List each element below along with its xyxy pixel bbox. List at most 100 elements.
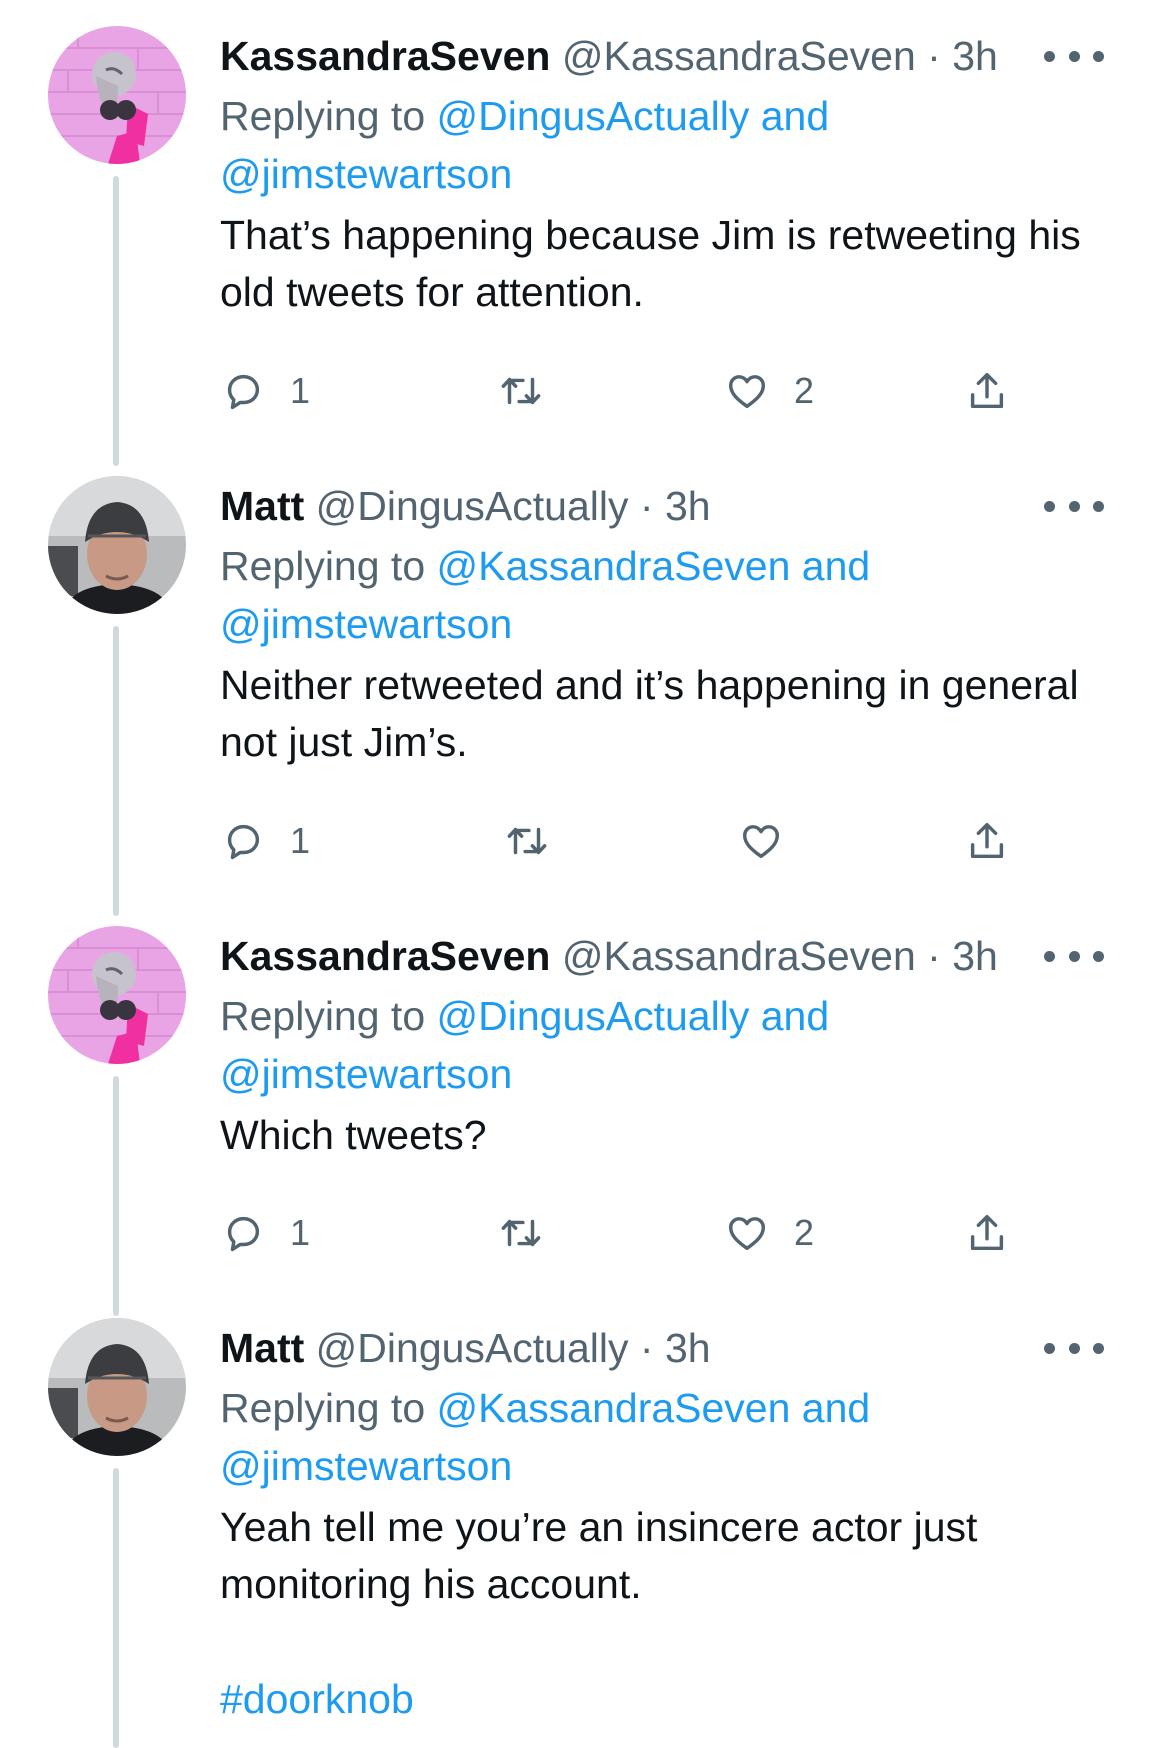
tweet-text: Yeah tell me you’re an insincere actor j…	[220, 1499, 1120, 1613]
user-handle[interactable]: @KassandraSeven	[562, 933, 916, 979]
more-icon[interactable]	[1044, 44, 1104, 68]
like-count: 2	[794, 1212, 815, 1253]
reply-button[interactable]: 1	[220, 816, 310, 866]
like-count: 2	[794, 370, 815, 411]
reply-mention-link[interactable]: @jimstewartson	[220, 151, 512, 197]
like-button[interactable]: 2	[724, 366, 814, 416]
replying-to: @jimstewartson	[220, 1046, 512, 1103]
thread-line	[113, 1076, 119, 1316]
reply-mention-link[interactable]: @jimstewartson	[220, 1051, 512, 1097]
like-icon	[728, 375, 766, 409]
replying-to-label: Replying to	[220, 93, 437, 139]
tweet-header: Matt @DingusActually · 3h	[220, 1318, 711, 1378]
reply-mention-link[interactable]: @jimstewartson	[220, 1443, 512, 1489]
display-name[interactable]: KassandraSeven	[220, 33, 550, 79]
replying-to-label: Replying to	[220, 993, 437, 1039]
tweet-header: KassandraSeven @KassandraSeven · 3h	[220, 26, 998, 86]
reply-mention-link[interactable]: @DingusActually and	[437, 93, 830, 139]
reply-icon	[227, 374, 260, 410]
replying-to: Replying to @KassandraSeven and	[220, 538, 870, 595]
tweet-hashtag-line: #doorknob	[220, 1671, 1120, 1728]
tweet-header: Matt @DingusActually · 3h	[220, 476, 711, 536]
like-icon	[742, 825, 780, 859]
reply-count: 1	[290, 370, 311, 411]
tweet-actions: 1 2	[220, 366, 1120, 416]
like-button[interactable]	[738, 816, 784, 866]
replying-to: @jimstewartson	[220, 596, 512, 653]
tweet-text-line: not just Jim’s.	[220, 719, 468, 765]
tweet-actions: 1	[220, 816, 1120, 866]
user-handle[interactable]: @KassandraSeven	[562, 33, 916, 79]
timestamp[interactable]: 3h	[952, 33, 998, 79]
tweet-text-line: Neither retweeted and it’s happening in …	[220, 662, 1079, 708]
thread-line	[113, 1468, 119, 1748]
reply-mention-link[interactable]: @DingusActually and	[437, 993, 830, 1039]
tweet[interactable]: Matt @DingusActually · 3h Replying to @K…	[0, 476, 1170, 916]
hashtag-link[interactable]: #doorknob	[220, 1676, 414, 1722]
retweet-button[interactable]	[498, 366, 544, 416]
avatar[interactable]	[48, 926, 186, 1064]
reply-icon	[227, 1216, 260, 1252]
tweet-actions: 1 2	[220, 1208, 1120, 1258]
reply-mention-link[interactable]: @KassandraSeven and	[437, 1385, 871, 1431]
avatar[interactable]	[48, 26, 186, 164]
replying-to: @jimstewartson	[220, 146, 512, 203]
tweet[interactable]: KassandraSeven @KassandraSeven · 3h Repl…	[0, 926, 1170, 1316]
share-button[interactable]	[964, 816, 1010, 866]
reply-mention-link[interactable]: @jimstewartson	[220, 601, 512, 647]
more-icon[interactable]	[1044, 494, 1104, 518]
reply-button[interactable]: 1	[220, 366, 310, 416]
avatar[interactable]	[48, 476, 186, 614]
matt-avatar-image	[48, 1318, 186, 1456]
more-icon[interactable]	[1044, 1336, 1104, 1360]
retweet-icon	[501, 1219, 541, 1247]
thread-line	[113, 176, 119, 466]
reply-icon	[227, 824, 260, 860]
user-handle[interactable]: @DingusActually	[316, 1325, 629, 1371]
tweet-text: That’s happening because Jim is retweeti…	[220, 207, 1120, 321]
retweet-button[interactable]	[498, 1208, 544, 1258]
like-button[interactable]: 2	[724, 1208, 814, 1258]
separator-dot: ·	[639, 1325, 654, 1371]
replying-to-label: Replying to	[220, 543, 437, 589]
retweet-button[interactable]	[504, 816, 550, 866]
replying-to: Replying to @KassandraSeven and	[220, 1380, 870, 1437]
share-button[interactable]	[964, 1208, 1010, 1258]
tweet-text-line: Yeah tell me you’re an insincere actor j…	[220, 1504, 978, 1550]
share-button[interactable]	[964, 366, 1010, 416]
display-name[interactable]: KassandraSeven	[220, 933, 550, 979]
tweet-text-line: Which tweets?	[220, 1112, 487, 1158]
matt-avatar-image	[48, 476, 186, 614]
separator-dot: ·	[639, 483, 654, 529]
timestamp[interactable]: 3h	[665, 483, 711, 529]
display-name[interactable]: Matt	[220, 483, 304, 529]
tweet-text-line: That’s happening because Jim is retweeti…	[220, 212, 1081, 258]
retweet-icon	[507, 827, 547, 855]
kassandra-avatar-image	[48, 926, 186, 1064]
timestamp[interactable]: 3h	[952, 933, 998, 979]
reply-count: 1	[290, 1212, 311, 1253]
avatar[interactable]	[48, 1318, 186, 1456]
tweet-text: Which tweets?	[220, 1107, 1120, 1164]
tweet-text: Neither retweeted and it’s happening in …	[220, 657, 1120, 771]
tweet-header: KassandraSeven @KassandraSeven · 3h	[220, 926, 998, 986]
display-name[interactable]: Matt	[220, 1325, 304, 1371]
replying-to-label: Replying to	[220, 1385, 437, 1431]
replying-to: @jimstewartson	[220, 1438, 512, 1495]
user-handle[interactable]: @DingusActually	[316, 483, 629, 529]
retweet-icon	[501, 377, 541, 405]
tweet-text-line: monitoring his account.	[220, 1561, 642, 1607]
share-icon	[970, 1214, 1004, 1251]
share-icon	[970, 822, 1004, 859]
tweet[interactable]: KassandraSeven @KassandraSeven · 3h Repl…	[0, 26, 1170, 466]
tweet[interactable]: Matt @DingusActually · 3h Replying to @K…	[0, 1318, 1170, 1748]
like-icon	[728, 1217, 766, 1251]
more-icon[interactable]	[1044, 944, 1104, 968]
kassandra-avatar-image	[48, 26, 186, 164]
reply-mention-link[interactable]: @KassandraSeven and	[437, 543, 871, 589]
reply-count: 1	[290, 820, 311, 861]
share-icon	[970, 372, 1004, 409]
replying-to: Replying to @DingusActually and	[220, 88, 829, 145]
reply-button[interactable]: 1	[220, 1208, 310, 1258]
timestamp[interactable]: 3h	[665, 1325, 711, 1371]
